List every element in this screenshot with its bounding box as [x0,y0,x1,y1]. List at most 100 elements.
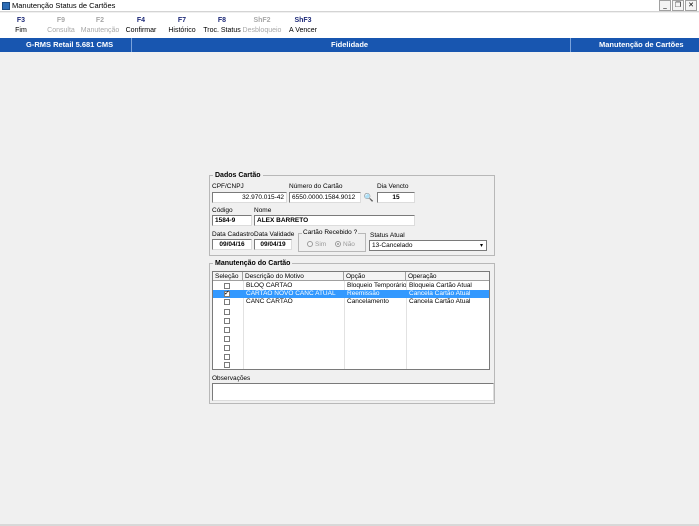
column-header-selecao[interactable]: Seleção [213,272,243,281]
data-validade-label: Data Validade [254,231,295,238]
module-name: Fidelidade [331,40,369,49]
radio-sim[interactable]: Sim [307,241,326,249]
row-checkbox[interactable] [224,362,230,368]
radio-nao[interactable]: Não [335,241,355,249]
nome-label: Nome [254,207,272,214]
window-title: Manutenção Status de Cartões [12,1,116,10]
status-atual-select[interactable]: 13-Cancelado ▾ [369,240,487,251]
cpf-label: CPF/CNPJ [212,183,244,190]
data-cadastro-label: Data Cadastro [212,231,254,238]
column-header-operacao[interactable]: Operação [406,272,489,281]
app-icon [2,2,10,10]
toolbar-button-troc-status[interactable]: F8 Troc. Status [201,16,243,36]
minimize-button[interactable]: _ [659,0,671,11]
toolbar-button-historico[interactable]: F7 Histórico [161,16,203,36]
codigo-field[interactable]: 1584-9 [212,215,252,226]
toolbar-button-fim[interactable]: F3 Fim [0,16,42,36]
row-checkbox[interactable] [224,289,230,297]
cell-opcao: Cancelamento [347,298,389,305]
cell-motivo: CANC CARTAO [246,298,293,305]
cell-operacao: Cancela Cartão Atual [409,290,471,297]
row-checkbox[interactable] [224,327,230,333]
button-label: A Vencer [288,27,318,34]
cell-opcao: Bloqueio Temporário [347,282,406,289]
shortcut-key: F7 [177,17,187,24]
row-checkbox[interactable] [224,309,230,315]
toolbar-button-manutencao[interactable]: F2 Manutenção [79,16,121,36]
motivos-grid[interactable]: Seleção Descrição do Motivo Opção Operaç… [212,271,490,370]
binoculars-icon[interactable]: 🔍 [363,192,374,203]
radio-circle-icon [335,241,341,247]
table-row[interactable]: CANC CARTAO Cancelamento Cancela Cartão … [213,298,489,306]
dia-vencto-field[interactable]: 15 [377,192,415,203]
toolbar-button-consulta[interactable]: F9 Consulta [40,16,82,36]
observacoes-textarea[interactable] [212,383,494,401]
group-title: Manutenção do Cartão [213,259,293,268]
table-row[interactable]: BLOQ CARTAO Bloqueio Temporário Bloqueia… [213,282,489,290]
cartao-recebido-label: Cartão Recebido ? [302,229,359,237]
data-cadastro-field[interactable]: 09/04/16 [212,239,252,250]
cpf-field[interactable]: 32.970.015-42 [212,192,287,203]
cell-operacao: Cancela Cartão Atual [409,298,471,305]
table-row[interactable] [213,317,489,325]
title-bar: Manutenção Status de Cartões _ ❐ ✕ [0,0,699,12]
shortcut-key: F8 [217,17,227,24]
header-divider [131,38,132,52]
table-row[interactable] [213,344,489,352]
row-checkbox[interactable] [224,336,230,342]
screen-name: Manutenção de Cartões [599,40,684,49]
button-label: Troc. Status [203,27,241,34]
chevron-down-icon[interactable]: ▾ [477,241,486,250]
cell-motivo: BLOQ CARTAO [246,282,293,289]
restore-button[interactable]: ❐ [672,0,684,11]
toolbar-button-confirmar[interactable]: F4 Confirmar [120,16,162,36]
toolbar-button-desbloqueio[interactable]: ShF2 Desbloqueio [241,16,283,36]
numero-cartao-field[interactable]: 6550.0000.1584.9012 [289,192,361,203]
cell-opcao: Reemissão [347,290,380,297]
header-bar: G-RMS Retail 5.681 CMS Fidelidade Manute… [0,38,699,52]
toolbar: F3 Fim F9 Consulta F2 Manutenção F4 Conf… [0,13,699,38]
status-atual-label: Status Atual [370,232,405,239]
shortcut-key: F9 [56,17,66,24]
table-row[interactable] [213,308,489,316]
button-label: Confirmar [125,27,157,34]
shortcut-key: F2 [95,17,105,24]
group-title: Dados Cartão [213,171,263,180]
numero-cartao-label: Número do Cartão [289,183,343,190]
table-row[interactable] [213,326,489,334]
shortcut-key: F3 [16,17,26,24]
cell-motivo: CARTAO NOVO CANC ATUAL [246,290,336,297]
window-controls: _ ❐ ✕ [659,0,697,11]
table-row[interactable] [213,335,489,343]
shortcut-key: ShF3 [294,17,312,24]
cartao-recebido-group: Cartão Recebido ? Sim Não [298,229,366,252]
radio-sim-label: Sim [315,241,327,248]
row-checkbox[interactable] [224,354,230,360]
table-row[interactable] [213,361,489,369]
table-row[interactable]: CARTAO NOVO CANC ATUAL Reemissão Cancela… [213,289,489,298]
button-label: Desbloqueio [242,27,282,34]
system-name: G-RMS Retail 5.681 CMS [26,40,114,49]
dia-vencto-label: Dia Vencto [377,183,409,190]
row-checkbox[interactable] [224,299,230,305]
row-checkbox[interactable] [224,345,230,351]
status-atual-value: 13-Cancelado [372,242,413,249]
button-label: Fim [15,27,27,34]
header-divider [570,38,571,52]
codigo-label: Código [212,207,233,214]
toolbar-button-a-vencer[interactable]: ShF3 A Vencer [282,16,324,36]
table-row[interactable] [213,353,489,361]
button-label: Manutenção [80,27,120,34]
radio-nao-label: Não [343,241,355,248]
nome-field[interactable]: ALEX BARRETO [254,215,415,226]
row-checkbox[interactable] [224,318,230,324]
shortcut-key: ShF2 [253,17,271,24]
cell-operacao: Bloqueia Cartão Atual [409,282,472,289]
column-header-motivo[interactable]: Descrição do Motivo [243,272,344,281]
close-button[interactable]: ✕ [685,0,697,11]
data-validade-field[interactable]: 09/04/19 [254,239,292,250]
observacoes-label: Observações [212,375,251,382]
button-label: Consulta [47,27,75,34]
column-header-opcao[interactable]: Opção [344,272,406,281]
shortcut-key: F4 [136,17,146,24]
